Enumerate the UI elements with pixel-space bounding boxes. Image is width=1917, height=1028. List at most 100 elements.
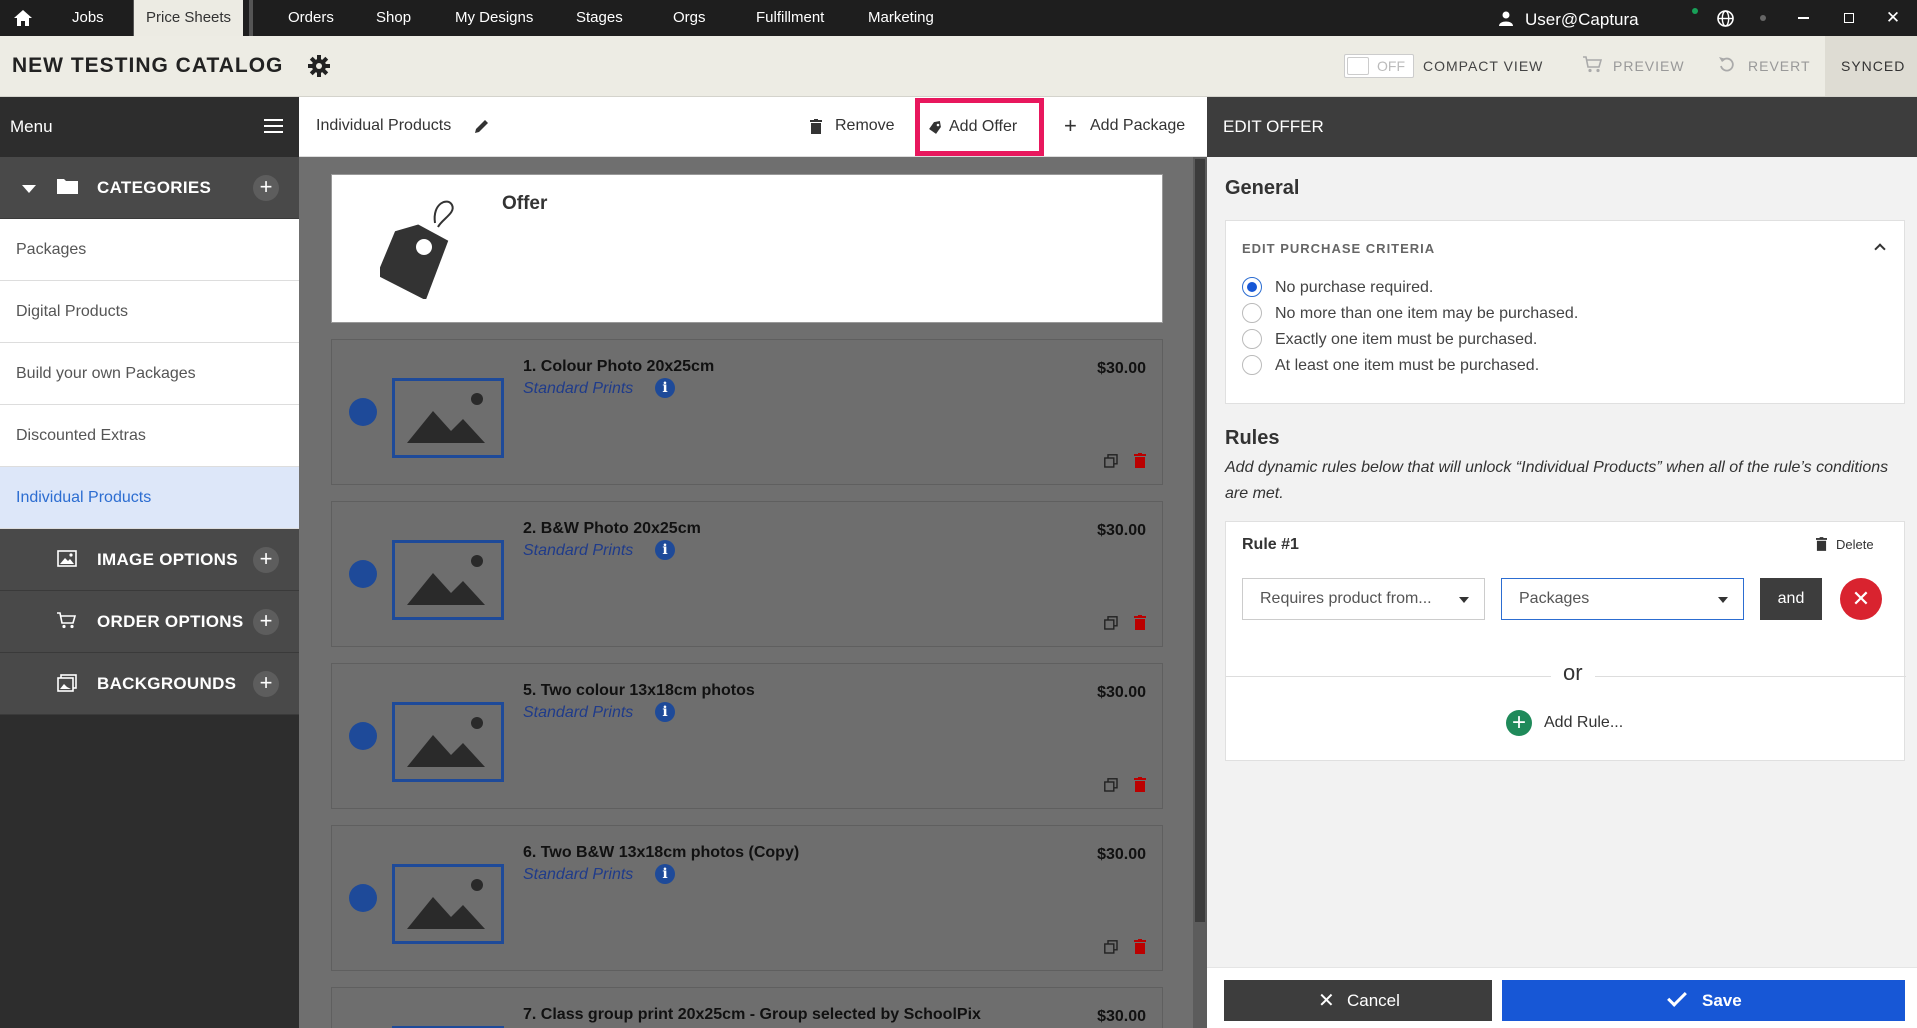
add-category-button[interactable]: + xyxy=(253,175,279,201)
info-icon[interactable]: i xyxy=(655,864,675,884)
sidebar-menu-header: Menu xyxy=(0,97,299,157)
image-badge-icon xyxy=(349,722,377,750)
rules-heading: Rules xyxy=(1225,427,1280,449)
rule-label: Rule #1 xyxy=(1242,536,1299,553)
condition-select[interactable]: Requires product from... xyxy=(1242,578,1485,620)
sidebar-item-packages[interactable]: Packages xyxy=(0,219,299,281)
nav-shop[interactable]: Shop xyxy=(376,0,411,36)
info-icon[interactable]: i xyxy=(655,702,675,722)
product-category: Standard Prints xyxy=(523,704,634,721)
nav-orgs[interactable]: Orgs xyxy=(673,0,706,36)
radio-label: No purchase required. xyxy=(1275,279,1434,296)
add-background-button[interactable]: + xyxy=(253,671,279,697)
save-label: Save xyxy=(1702,991,1742,1010)
user-name[interactable]: User@Captura xyxy=(1525,2,1639,38)
add-rule-button[interactable]: Add Rule... xyxy=(1544,714,1623,732)
image-placeholder-icon xyxy=(392,864,504,944)
nav-my-designs[interactable]: My Designs xyxy=(455,0,533,36)
cancel-button[interactable]: ✕ Cancel xyxy=(1224,980,1492,1021)
radio-no-purchase[interactable] xyxy=(1242,277,1262,297)
sidebar-item-build-your-own-packages[interactable]: Build your own Packages xyxy=(0,343,299,405)
pencil-icon[interactable] xyxy=(474,118,490,134)
price-tag-icon xyxy=(380,195,460,299)
globe-icon[interactable] xyxy=(1715,0,1735,36)
order-options-label: ORDER OPTIONS xyxy=(97,612,244,631)
remove-condition-button[interactable]: ✕ xyxy=(1840,578,1882,620)
nav-jobs[interactable]: Jobs xyxy=(72,0,104,36)
nav-fulfillment[interactable]: Fulfillment xyxy=(756,0,824,36)
home-icon[interactable] xyxy=(12,0,34,36)
nav-stages[interactable]: Stages xyxy=(576,0,623,36)
delete-icon[interactable] xyxy=(1134,615,1146,630)
toggle-state: OFF xyxy=(1377,58,1405,74)
product-row[interactable]: 2. B&W Photo 20x25cm Standard Prints i $… xyxy=(331,501,1163,647)
and-button[interactable]: and xyxy=(1760,578,1822,620)
nav-orders[interactable]: Orders xyxy=(288,0,334,36)
delete-icon[interactable] xyxy=(1134,777,1146,792)
info-icon[interactable]: i xyxy=(655,540,675,560)
radio-max-one[interactable] xyxy=(1242,303,1262,323)
copy-icon[interactable] xyxy=(1104,940,1118,954)
collapse-caret-icon[interactable] xyxy=(22,185,36,193)
product-category: Standard Prints xyxy=(523,542,634,559)
add-order-option-button[interactable]: + xyxy=(253,609,279,635)
sidebar-item-digital-products[interactable]: Digital Products xyxy=(0,281,299,343)
radio-label: No more than one item may be purchased. xyxy=(1275,305,1579,322)
synced-label: SYNCED xyxy=(1841,58,1906,74)
delete-icon[interactable] xyxy=(1134,939,1146,954)
close-icon[interactable]: ✕ xyxy=(1886,0,1900,36)
add-offer-label: Add Offer xyxy=(949,118,1018,135)
general-heading: General xyxy=(1225,177,1300,199)
sidebar-item-individual-products[interactable]: Individual Products xyxy=(0,467,299,529)
revert-button[interactable]: REVERT xyxy=(1748,58,1811,74)
add-offer-button[interactable]: Add Offer xyxy=(915,98,1044,156)
status-dot-2 xyxy=(1760,15,1766,21)
delete-rule-button[interactable]: Delete xyxy=(1836,537,1874,552)
info-icon[interactable]: i xyxy=(655,378,675,398)
close-icon: ✕ xyxy=(1318,990,1335,1012)
backgrounds-section[interactable]: BACKGROUNDS + xyxy=(0,653,299,715)
order-options-section[interactable]: ORDER OPTIONS + xyxy=(0,591,299,653)
copy-icon[interactable] xyxy=(1104,454,1118,468)
product-name: 5. Two colour 13x18cm photos xyxy=(523,682,755,699)
backgrounds-label: BACKGROUNDS xyxy=(97,674,237,693)
restore-icon[interactable] xyxy=(1844,13,1854,23)
compact-view-toggle[interactable]: OFF xyxy=(1344,54,1414,78)
scrollbar-thumb[interactable] xyxy=(1195,159,1205,922)
gear-icon[interactable] xyxy=(308,55,330,77)
radio-at-least-one[interactable] xyxy=(1242,355,1262,375)
minimize-icon[interactable] xyxy=(1798,17,1809,19)
copy-icon[interactable] xyxy=(1104,616,1118,630)
remove-button[interactable]: Remove xyxy=(835,117,895,135)
sidebar: Menu CATEGORIES + Packages Digital Produ… xyxy=(0,97,299,1028)
offer-card[interactable]: Offer xyxy=(331,174,1163,323)
add-image-option-button[interactable]: + xyxy=(253,547,279,573)
image-options-section[interactable]: IMAGE OPTIONS + xyxy=(0,529,299,591)
product-row[interactable]: 1. Colour Photo 20x25cm Standard Prints … xyxy=(331,339,1163,485)
product-row[interactable]: 7. Class group print 20x25cm - Group sel… xyxy=(331,987,1163,1028)
hamburger-icon[interactable] xyxy=(264,119,283,133)
preview-button[interactable]: PREVIEW xyxy=(1613,58,1685,74)
save-button[interactable]: Save xyxy=(1502,980,1905,1021)
product-row[interactable]: 5. Two colour 13x18cm photos Standard Pr… xyxy=(331,663,1163,809)
sidebar-item-discounted-extras[interactable]: Discounted Extras xyxy=(0,405,299,467)
product-name: 7. Class group print 20x25cm - Group sel… xyxy=(523,1006,981,1023)
add-package-button[interactable]: Add Package xyxy=(1090,117,1185,135)
delete-icon[interactable] xyxy=(1134,453,1146,468)
compact-view-label: COMPACT VIEW xyxy=(1423,58,1544,74)
chevron-down-icon xyxy=(1459,597,1469,603)
radio-exactly-one[interactable] xyxy=(1242,329,1262,349)
add-rule-icon[interactable]: + xyxy=(1506,710,1532,736)
copy-icon[interactable] xyxy=(1104,778,1118,792)
product-row[interactable]: 6. Two B&W 13x18cm photos (Copy) Standar… xyxy=(331,825,1163,971)
purchase-criteria-box: EDIT PURCHASE CRITERIA No purchase requi… xyxy=(1225,220,1905,404)
chevron-up-icon[interactable] xyxy=(1874,243,1886,255)
cart-icon xyxy=(57,612,76,629)
folder-icon xyxy=(57,178,78,194)
categories-section[interactable]: CATEGORIES + xyxy=(0,157,299,219)
nav-price-sheets[interactable]: Price Sheets xyxy=(133,0,244,36)
nav-marketing[interactable]: Marketing xyxy=(868,0,934,36)
condition-target-select[interactable]: Packages xyxy=(1501,578,1744,620)
undo-icon xyxy=(1718,55,1736,73)
offer-title: Offer xyxy=(502,193,548,214)
